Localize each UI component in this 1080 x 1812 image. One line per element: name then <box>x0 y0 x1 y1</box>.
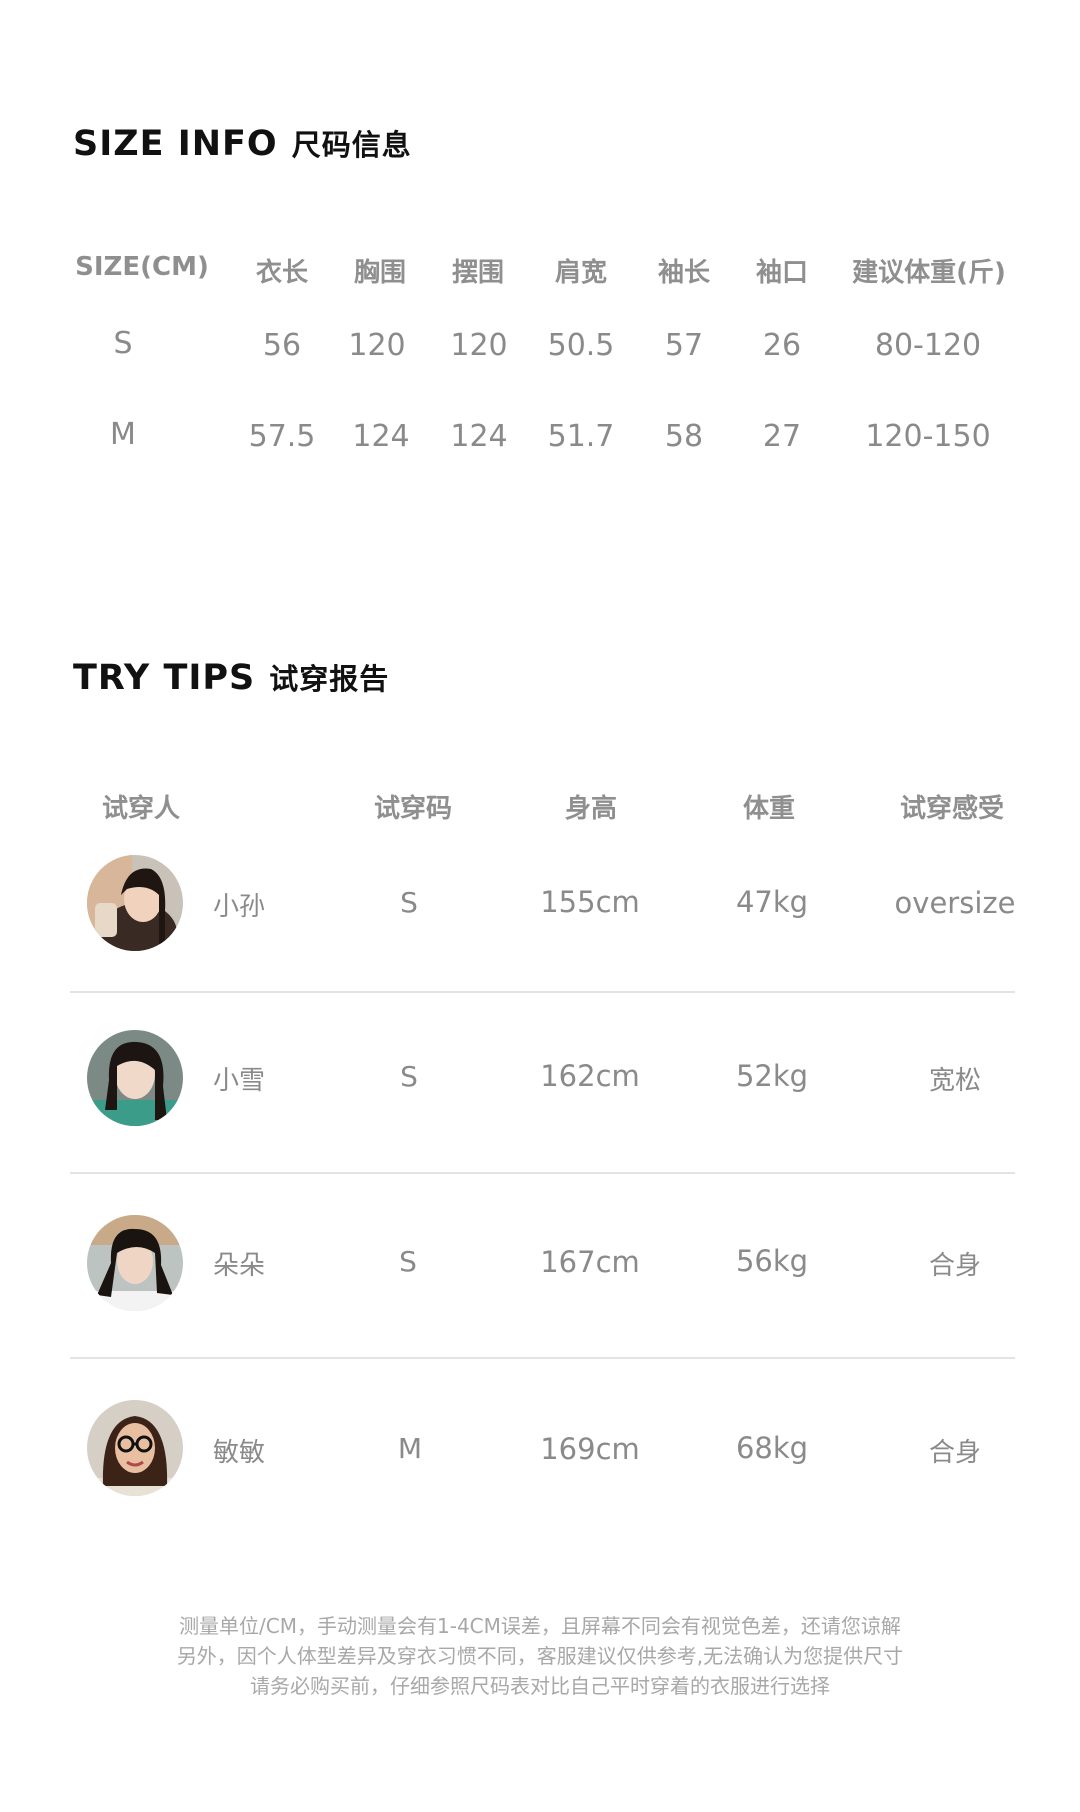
tester-size: S <box>400 1060 418 1093</box>
avatar <box>87 855 183 951</box>
try-header-height: 身高 <box>564 794 618 824</box>
size-header-shoulder: 肩宽 <box>554 258 608 288</box>
size-cell: 120 <box>348 328 406 363</box>
tester-name: 敏敏 <box>212 1438 266 1468</box>
try-tips-title-cn: 试穿报告 <box>269 662 390 696</box>
size-info-title-cn: 尺码信息 <box>291 128 412 162</box>
tester-weight: 56kg <box>735 1244 809 1278</box>
tester-name: 朵朵 <box>212 1251 266 1281</box>
try-header-weight: 体重 <box>742 794 796 824</box>
tester-height: 155cm <box>540 885 640 919</box>
tester-feel: oversize <box>894 886 1016 920</box>
tester-feel: 合身 <box>928 1251 982 1281</box>
tester-weight: 68kg <box>735 1431 809 1465</box>
tester-feel: 合身 <box>928 1438 982 1468</box>
size-header-size: SIZE(CM) <box>75 252 209 282</box>
size-cell: 57 <box>664 328 704 363</box>
size-cell: 51.7 <box>547 419 615 454</box>
tester-size: S <box>400 886 418 919</box>
try-tips-title-en: TRY TIPS <box>73 658 256 698</box>
size-cell: 50.5 <box>547 328 615 363</box>
size-cell: 80-120 <box>874 328 982 363</box>
tester-name: 小雪 <box>212 1066 266 1096</box>
try-tips-title: TRY TIPS 试穿报告 <box>73 656 389 698</box>
size-cell: 58 <box>664 419 704 454</box>
try-header-person: 试穿人 <box>101 794 181 824</box>
tester-feel: 宽松 <box>928 1066 982 1096</box>
tester-height: 167cm <box>540 1245 640 1279</box>
avatar <box>87 1215 183 1311</box>
row-divider <box>70 1357 1015 1359</box>
size-info-title: SIZE INFO 尺码信息 <box>73 122 412 164</box>
size-cell: S <box>113 326 133 361</box>
note-line: 请务必购买前，仔细参照尺码表对比自己平时穿着的衣服进行选择 <box>250 1674 830 1698</box>
size-cell: M <box>110 417 136 452</box>
size-cell: 120-150 <box>865 419 991 454</box>
size-header-weight: 建议体重(斤) <box>852 258 1006 288</box>
size-cell: 56 <box>262 328 302 363</box>
note-line: 测量单位/CM，手动测量会有1-4CM误差，且屏幕不同会有视觉色差，还请您谅解 <box>179 1614 901 1638</box>
tester-size: M <box>397 1432 423 1465</box>
size-header-length: 衣长 <box>255 258 309 288</box>
size-header-sleeve: 袖长 <box>657 258 711 288</box>
size-cell: 124 <box>352 419 410 454</box>
try-header-size: 试穿码 <box>373 794 453 824</box>
size-info-title-en: SIZE INFO <box>73 124 278 164</box>
avatar <box>87 1400 183 1496</box>
size-cell: 124 <box>450 419 508 454</box>
size-cell: 57.5 <box>248 419 316 454</box>
size-cell: 26 <box>762 328 802 363</box>
size-cell: 27 <box>762 419 802 454</box>
tester-height: 162cm <box>540 1059 640 1093</box>
size-cell: 120 <box>450 328 508 363</box>
tester-size: S <box>399 1245 417 1278</box>
size-header-cuff: 袖口 <box>755 258 809 288</box>
size-header-hem: 摆围 <box>451 258 505 288</box>
tester-weight: 52kg <box>735 1059 809 1093</box>
avatar <box>87 1030 183 1126</box>
row-divider <box>70 991 1015 993</box>
try-header-feel: 试穿感受 <box>899 794 1005 824</box>
tester-name: 小孙 <box>212 892 266 922</box>
note-line: 另外，因个人体型差异及穿衣习惯不同，客服建议仅供参考,无法确认为您提供尺寸 <box>176 1644 904 1668</box>
tester-weight: 47kg <box>735 885 809 919</box>
row-divider <box>70 1172 1015 1174</box>
size-header-chest: 胸围 <box>353 258 407 288</box>
tester-height: 169cm <box>540 1432 640 1466</box>
measurement-note: 测量单位/CM，手动测量会有1-4CM误差，且屏幕不同会有视觉色差，还请您谅解 … <box>0 1611 1080 1701</box>
